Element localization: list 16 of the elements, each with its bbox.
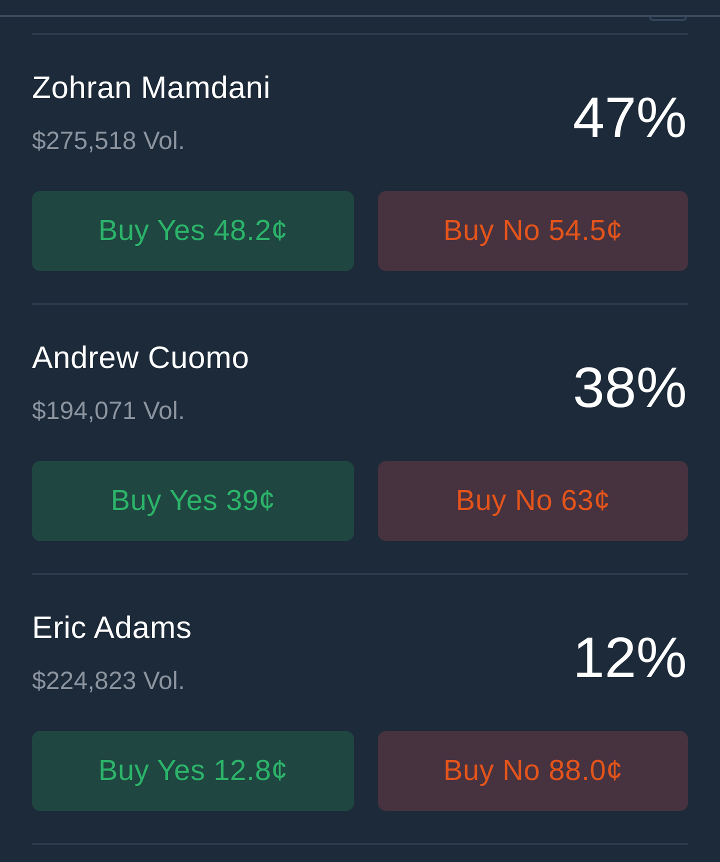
buy-no-button[interactable]: Buy No 54.5¢ [378,191,688,271]
candidate-name: Andrew Cuomo [32,340,250,376]
chance-percent: 38% [572,356,687,420]
cut-off-control[interactable] [649,17,687,21]
volume-text: $224,823 Vol. [32,667,186,695]
buy-no-button[interactable]: Buy No 63¢ [378,461,688,541]
chance-percent: 47% [572,86,687,150]
volume-text: $275,518 Vol. [32,127,186,155]
buy-yes-button[interactable]: Buy Yes 39¢ [32,461,354,541]
buy-yes-button[interactable]: Buy Yes 12.8¢ [32,731,354,811]
buy-yes-button[interactable]: Buy Yes 48.2¢ [32,191,354,271]
volume-text: $194,071 Vol. [32,397,186,425]
chance-percent: 12% [572,626,687,690]
buy-no-button[interactable]: Buy No 88.0¢ [378,731,688,811]
candidate-name: Eric Adams [32,610,192,646]
candidate-name: Zohran Mamdani [32,70,271,106]
